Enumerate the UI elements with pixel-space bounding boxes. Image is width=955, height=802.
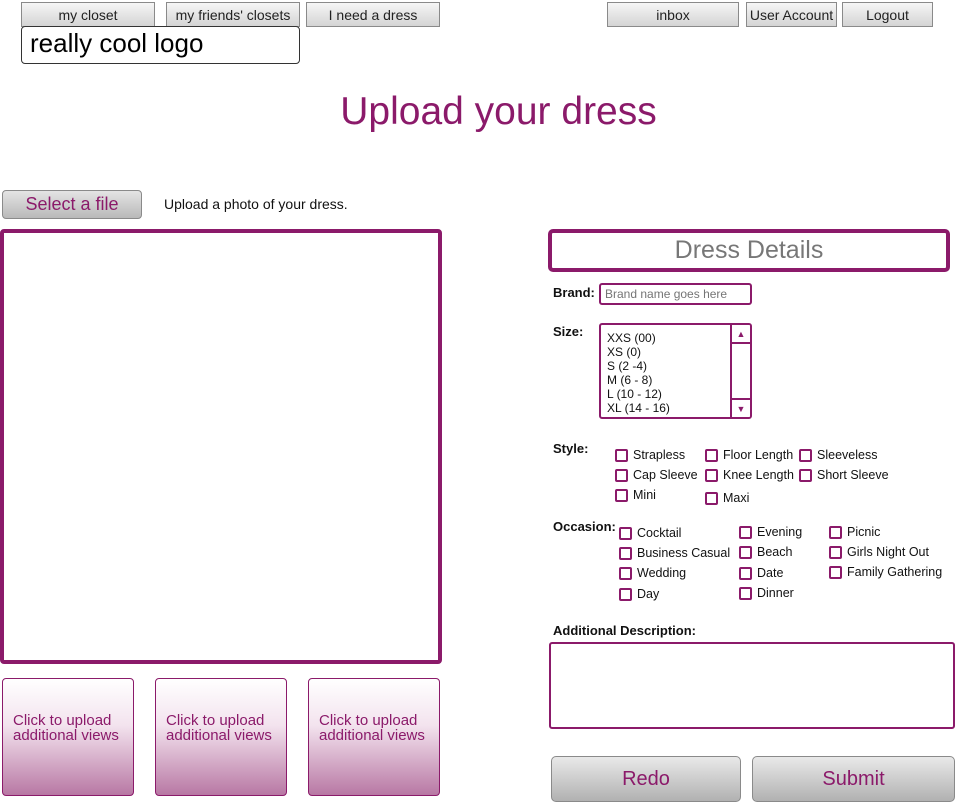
size-option[interactable]: XL (14 - 16) [601, 401, 750, 415]
checkbox-icon[interactable] [705, 468, 718, 482]
checkbox-icon[interactable] [739, 525, 752, 539]
occasion-checkbox-wedding[interactable]: Wedding [619, 566, 686, 580]
redo-button[interactable]: Redo [551, 756, 741, 802]
checkbox-label: Maxi [723, 491, 750, 505]
checkbox-label: Date [757, 566, 784, 580]
checkbox-icon[interactable] [829, 565, 842, 579]
scroll-down-icon[interactable]: ▼ [732, 398, 750, 417]
style-checkbox-cap-sleeve[interactable]: Cap Sleeve [615, 468, 698, 482]
checkbox-icon[interactable] [619, 526, 632, 540]
dress-details-header: Dress Details [548, 229, 950, 272]
checkbox-label: Family Gathering [847, 565, 943, 579]
checkbox-label: Picnic [847, 525, 881, 539]
checkbox-label: Floor Length [723, 448, 794, 462]
checkbox-label: Beach [757, 545, 793, 559]
checkbox-icon[interactable] [739, 586, 752, 600]
occasion-checkbox-beach[interactable]: Beach [739, 545, 792, 559]
scroll-up-icon[interactable]: ▲ [732, 325, 750, 344]
occasion-checkbox-date[interactable]: Date [739, 566, 783, 580]
description-label: Additional Description: [553, 623, 696, 638]
nav-my-closet[interactable]: my closet [21, 2, 155, 27]
checkbox-label: Knee Length [723, 468, 794, 482]
size-label: Size: [553, 324, 584, 339]
checkbox-label: Cocktail [637, 526, 682, 540]
size-listbox[interactable]: XXS (00) XS (0) S (2 -4) M (6 - 8) L (10… [599, 323, 752, 419]
brand-label: Brand: [553, 285, 595, 300]
style-checkbox-floor-length[interactable]: Floor Length [705, 448, 793, 462]
style-checkbox-mini[interactable]: Mini [615, 488, 656, 502]
checkbox-icon[interactable] [615, 468, 628, 482]
size-option[interactable]: XXS (00) [601, 331, 750, 345]
occasion-checkbox-girls-night-out[interactable]: Girls Night Out [829, 545, 929, 559]
checkbox-label: Business Casual [637, 546, 731, 560]
checkbox-label: Day [637, 587, 660, 601]
checkbox-icon[interactable] [619, 587, 632, 601]
checkbox-label: Mini [633, 488, 656, 502]
occasion-checkbox-picnic[interactable]: Picnic [829, 525, 880, 539]
style-checkbox-strapless[interactable]: Strapless [615, 448, 685, 462]
size-option[interactable]: S (2 -4) [601, 359, 750, 373]
logo[interactable]: really cool logo [21, 26, 300, 64]
additional-view-upload-2[interactable]: Click to upload additional views [155, 678, 287, 796]
checkbox-label: Girls Night Out [847, 545, 929, 559]
checkbox-label: Evening [757, 525, 803, 539]
style-checkbox-short-sleeve[interactable]: Short Sleeve [799, 468, 889, 482]
style-checkbox-knee-length[interactable]: Knee Length [705, 468, 794, 482]
size-option[interactable]: M (6 - 8) [601, 373, 750, 387]
checkbox-icon[interactable] [829, 525, 842, 539]
checkbox-icon[interactable] [829, 545, 842, 559]
description-textarea[interactable] [549, 642, 955, 729]
checkbox-label: Wedding [637, 566, 687, 580]
checkbox-icon[interactable] [705, 491, 718, 505]
nav-friends-closets[interactable]: my friends' closets [166, 2, 300, 27]
checkbox-label: Sleeveless [817, 448, 878, 462]
occasion-checkbox-day[interactable]: Day [619, 587, 659, 601]
occasion-checkbox-family-gathering[interactable]: Family Gathering [829, 565, 942, 579]
photo-preview-area[interactable] [0, 229, 442, 664]
checkbox-icon[interactable] [799, 468, 812, 482]
nav-user-account[interactable]: User Account [746, 2, 837, 27]
nav-inbox[interactable]: inbox [607, 2, 739, 27]
checkbox-icon[interactable] [705, 448, 718, 462]
nav-logout[interactable]: Logout [842, 2, 933, 27]
size-option[interactable]: XS (0) [601, 345, 750, 359]
select-file-button[interactable]: Select a file [2, 190, 142, 219]
style-checkbox-sleeveless[interactable]: Sleeveless [799, 448, 877, 462]
checkbox-label: Strapless [633, 448, 686, 462]
checkbox-icon[interactable] [799, 448, 812, 462]
size-scrollbar[interactable]: ▲ ▼ [730, 325, 750, 417]
brand-input[interactable] [599, 283, 752, 305]
upload-hint: Upload a photo of your dress. [164, 196, 348, 212]
occasion-checkbox-cocktail[interactable]: Cocktail [619, 526, 681, 540]
checkbox-icon[interactable] [615, 488, 628, 502]
style-label: Style: [553, 441, 589, 456]
checkbox-icon[interactable] [615, 448, 628, 462]
occasion-label: Occasion: [553, 519, 616, 534]
size-option[interactable]: L (10 - 12) [601, 387, 750, 401]
checkbox-icon[interactable] [619, 546, 632, 560]
checkbox-icon[interactable] [739, 566, 752, 580]
checkbox-label: Short Sleeve [817, 468, 889, 482]
additional-view-upload-3[interactable]: Click to upload additional views [308, 678, 440, 796]
checkbox-label: Cap Sleeve [633, 468, 698, 482]
checkbox-label: Dinner [757, 586, 794, 600]
nav-need-dress[interactable]: I need a dress [306, 2, 440, 27]
occasion-checkbox-business-casual[interactable]: Business Casual [619, 546, 730, 560]
occasion-checkbox-dinner[interactable]: Dinner [739, 586, 794, 600]
checkbox-icon[interactable] [739, 545, 752, 559]
page-title: Upload your dress [340, 90, 657, 133]
additional-view-upload-1[interactable]: Click to upload additional views [2, 678, 134, 796]
checkbox-icon[interactable] [619, 566, 632, 580]
submit-button[interactable]: Submit [752, 756, 955, 802]
occasion-checkbox-evening[interactable]: Evening [739, 525, 802, 539]
style-checkbox-maxi[interactable]: Maxi [705, 491, 749, 505]
